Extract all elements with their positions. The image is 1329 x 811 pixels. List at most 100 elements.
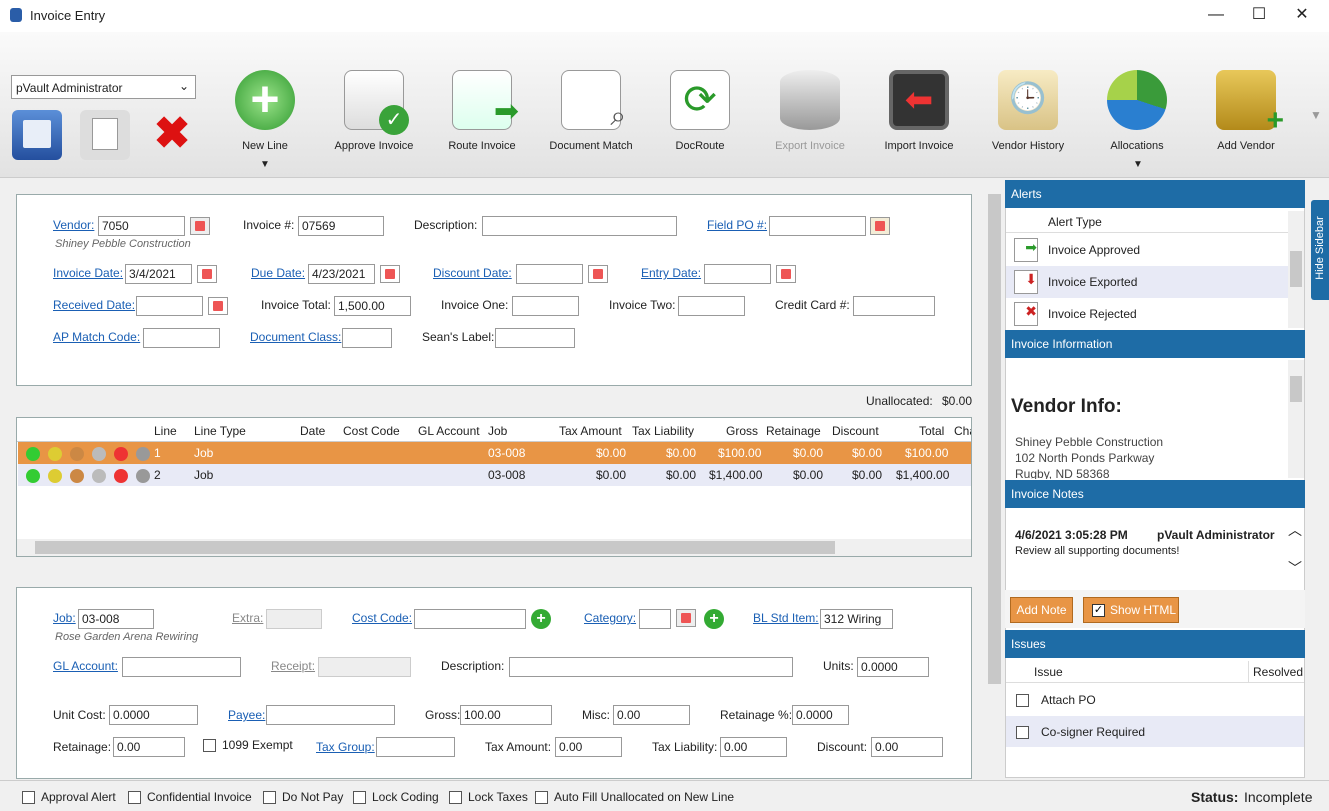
- description-field[interactable]: [482, 216, 677, 236]
- approve-invoice-button[interactable]: ✓ Approve Invoice: [324, 70, 424, 152]
- payee-field[interactable]: [266, 705, 395, 725]
- docroute-button[interactable]: ⟳ DocRoute: [650, 70, 750, 152]
- invoice-two-field[interactable]: [678, 296, 745, 316]
- document-class-field[interactable]: [342, 328, 392, 348]
- checkbox-icon[interactable]: [353, 791, 366, 805]
- do-not-pay-checkbox[interactable]: Do Not Pay: [263, 790, 343, 805]
- unit-cost-field[interactable]: 0.0000: [109, 705, 198, 725]
- tax-group-link[interactable]: Tax Group:: [316, 740, 375, 754]
- gl-account-field[interactable]: [122, 657, 241, 677]
- credit-card-field[interactable]: [853, 296, 935, 316]
- new-line-button[interactable]: + New Line: [215, 70, 315, 152]
- due-date-link[interactable]: Due Date:: [251, 266, 305, 280]
- document-match-button[interactable]: ⌕ Document Match: [541, 70, 641, 152]
- scrollbar-thumb[interactable]: [1290, 251, 1302, 287]
- allocations-dropdown-icon[interactable]: ▼: [1133, 159, 1143, 170]
- alert-type-column[interactable]: Alert Type: [1006, 211, 1288, 233]
- notes-scroll-up-icon[interactable]: ︿: [1288, 520, 1302, 540]
- field-po-link[interactable]: Field PO #:: [707, 218, 767, 232]
- po-lookup-icon[interactable]: [870, 217, 890, 235]
- scrollbar-thumb[interactable]: [1290, 376, 1302, 402]
- seans-label-field[interactable]: [495, 328, 575, 348]
- show-html-toggle[interactable]: ✓ Show HTML: [1083, 597, 1179, 623]
- job-field[interactable]: 03-008: [78, 609, 154, 629]
- user-select[interactable]: pVault Administrator ⌄: [11, 75, 196, 99]
- checkbox-icon[interactable]: [263, 791, 276, 805]
- table-row[interactable]: 1 Job 03-008 $0.00 $0.00 $100.00 $0.00 $…: [18, 442, 971, 464]
- route-invoice-button[interactable]: ➡ Route Invoice: [432, 70, 532, 152]
- gross-field[interactable]: 100.00: [460, 705, 552, 725]
- retainage-pct-field[interactable]: 0.0000: [792, 705, 849, 725]
- invoice-one-field[interactable]: [512, 296, 579, 316]
- ap-match-code-field[interactable]: [143, 328, 220, 348]
- tax-group-field[interactable]: [376, 737, 455, 757]
- checkbox-icon[interactable]: [203, 739, 216, 753]
- col-gl-account[interactable]: GL Account: [418, 424, 480, 438]
- cost-code-link[interactable]: Cost Code:: [352, 611, 412, 625]
- retainage-field[interactable]: 0.00: [113, 737, 185, 757]
- alert-item[interactable]: ✖ Invoice Rejected: [1006, 298, 1288, 328]
- alert-item[interactable]: ⬇ Invoice Exported: [1006, 266, 1288, 298]
- col-line-type[interactable]: Line Type: [194, 424, 246, 438]
- scrollbar-thumb[interactable]: [988, 194, 1001, 684]
- add-cost-code-icon[interactable]: +: [531, 609, 551, 629]
- col-tax-liability[interactable]: Tax Liability: [632, 424, 694, 438]
- ap-match-code-link[interactable]: AP Match Code:: [53, 330, 140, 344]
- checkbox-icon[interactable]: [128, 791, 141, 805]
- vendor-link[interactable]: Vendor:: [53, 218, 94, 232]
- received-date-link[interactable]: Received Date:: [53, 298, 135, 312]
- calendar-icon[interactable]: [197, 265, 217, 283]
- approval-alert-checkbox[interactable]: Approval Alert: [22, 790, 116, 805]
- grid-horizontal-scrollbar[interactable]: [17, 539, 971, 556]
- col-cost-code[interactable]: Cost Code: [343, 424, 400, 438]
- new-line-dropdown-icon[interactable]: ▼: [260, 159, 270, 170]
- line-description-field[interactable]: [509, 657, 793, 677]
- row-action-icons[interactable]: [22, 442, 154, 464]
- checkbox-icon[interactable]: [22, 791, 35, 805]
- tax-liability-field[interactable]: 0.00: [720, 737, 787, 757]
- maximize-button[interactable]: ☐: [1239, 4, 1279, 28]
- ribbon-scroll-down-icon[interactable]: ▼: [1310, 108, 1322, 122]
- calendar-icon[interactable]: [588, 265, 608, 283]
- calendar-icon[interactable]: [380, 265, 400, 283]
- invoice-number-field[interactable]: 07569: [298, 216, 384, 236]
- checked-box-icon[interactable]: ✓: [1092, 604, 1105, 618]
- received-date-field[interactable]: [136, 296, 203, 316]
- add-note-button[interactable]: Add Note: [1010, 597, 1073, 623]
- calendar-icon[interactable]: [776, 265, 796, 283]
- alert-item[interactable]: ➡ Invoice Approved: [1006, 234, 1288, 266]
- misc-field[interactable]: 0.00: [613, 705, 690, 725]
- invoice-date-field[interactable]: 3/4/2021: [125, 264, 192, 284]
- add-category-icon[interactable]: +: [704, 609, 724, 629]
- entry-date-link[interactable]: Entry Date:: [641, 266, 701, 280]
- invoice-date-link[interactable]: Invoice Date:: [53, 266, 123, 280]
- scrollbar-thumb[interactable]: [35, 541, 835, 554]
- due-date-field[interactable]: 4/23/2021: [308, 264, 375, 284]
- lock-coding-checkbox[interactable]: Lock Coding: [353, 790, 439, 805]
- checkbox-icon[interactable]: [1016, 726, 1029, 740]
- auto-fill-checkbox[interactable]: Auto Fill Unallocated on New Line: [535, 790, 734, 805]
- issue-row[interactable]: Attach PO: [1006, 684, 1304, 715]
- invoice-total-field[interactable]: 1,500.00: [334, 296, 411, 316]
- delete-button[interactable]: ✖: [147, 110, 197, 160]
- col-tax-amount[interactable]: Tax Amount: [559, 424, 622, 438]
- lock-taxes-checkbox[interactable]: Lock Taxes: [449, 790, 528, 805]
- tax-amount-field[interactable]: 0.00: [555, 737, 622, 757]
- form-button[interactable]: [80, 110, 130, 160]
- category-field[interactable]: [639, 609, 671, 629]
- minimize-button[interactable]: —: [1196, 4, 1236, 28]
- bl-std-item-field[interactable]: 312 Wiring: [820, 609, 893, 629]
- issue-row[interactable]: Co-signer Required: [1006, 716, 1304, 747]
- col-line[interactable]: Line: [154, 424, 177, 438]
- discount-date-link[interactable]: Discount Date:: [433, 266, 512, 280]
- add-vendor-button[interactable]: + Add Vendor: [1196, 70, 1296, 152]
- bl-std-item-link[interactable]: BL Std Item:: [753, 611, 819, 625]
- cost-code-field[interactable]: [414, 609, 526, 629]
- notes-scroll-down-icon[interactable]: ﹀: [1288, 558, 1302, 578]
- col-gross[interactable]: Gross: [726, 424, 758, 438]
- col-job[interactable]: Job: [488, 424, 507, 438]
- payee-link[interactable]: Payee:: [228, 708, 265, 722]
- job-link[interactable]: Job:: [53, 611, 76, 625]
- issue-column[interactable]: Issue: [1034, 665, 1063, 679]
- checkbox-icon[interactable]: [535, 791, 548, 805]
